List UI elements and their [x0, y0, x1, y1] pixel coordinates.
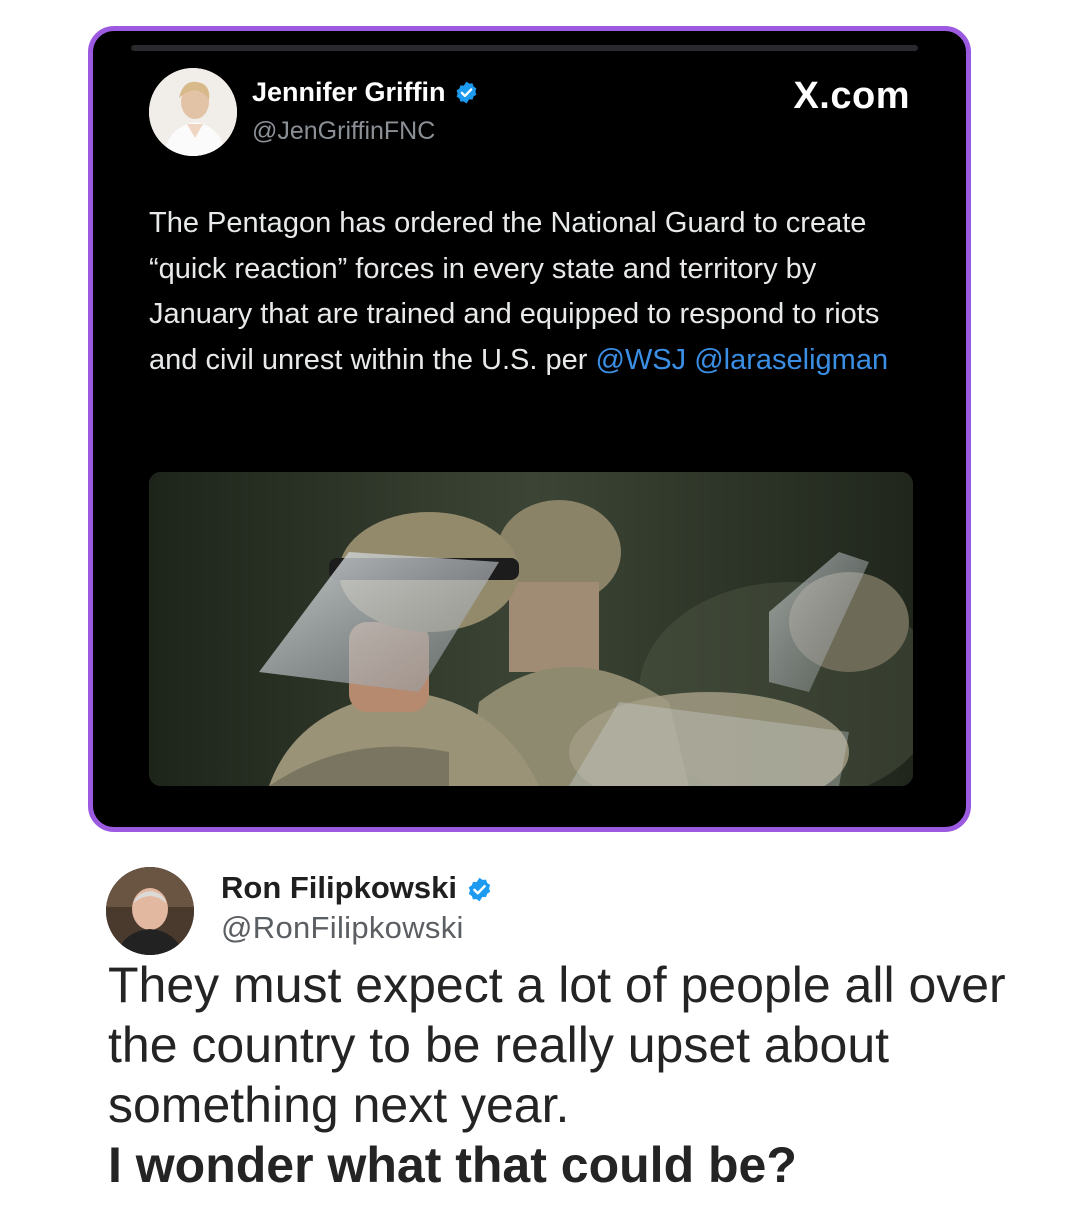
tweet-media-image[interactable] — [149, 472, 913, 786]
reply-author-name[interactable]: Ron Filipkowski — [221, 870, 457, 906]
author-name[interactable]: Jennifer Griffin — [252, 77, 446, 108]
reply-emphasis-text: I wonder what that could be? — [108, 1137, 797, 1193]
verified-badge-icon — [454, 80, 479, 105]
reply-author-avatar[interactable] — [106, 867, 194, 955]
author-name-row: Jennifer Griffin — [252, 77, 479, 108]
author-handle[interactable]: @JenGriffinFNC — [252, 117, 435, 146]
reply-author-handle[interactable]: @RonFilipkowski — [221, 910, 464, 946]
quoted-tweet-card[interactable]: Jennifer Griffin @JenGriffinFNC X.com Th… — [88, 26, 971, 832]
author-avatar[interactable] — [149, 68, 237, 156]
x-brand-logo: X.com — [793, 75, 910, 117]
card-top-divider — [131, 45, 918, 51]
reply-body: They must expect a lot of people all ove… — [108, 955, 1038, 1195]
mention-wsj[interactable]: @WSJ — [596, 344, 687, 376]
tweet-body: The Pentagon has ordered the National Gu… — [149, 201, 909, 383]
reply-body-text: They must expect a lot of people all ove… — [108, 957, 1006, 1133]
verified-badge-icon — [466, 876, 491, 901]
reply-author-name-row: Ron Filipkowski — [221, 870, 491, 906]
mention-laraseligman[interactable]: @laraseligman — [694, 344, 888, 376]
